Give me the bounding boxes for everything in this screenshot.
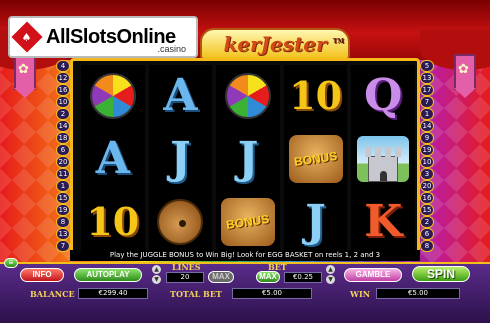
payline-number[interactable]: 6: [56, 144, 70, 156]
card-symbol-j: J: [169, 132, 191, 184]
beach-ball-icon: [89, 73, 136, 120]
payline-number[interactable]: 14: [56, 120, 70, 132]
balance-value: €299.40: [78, 288, 148, 299]
payline-number[interactable]: 16: [56, 84, 70, 96]
payline-number[interactable]: 8: [420, 240, 434, 252]
payline-number[interactable]: 6: [420, 228, 434, 240]
reel-symbol: BONUS: [283, 127, 348, 191]
payline-number[interactable]: 16: [420, 192, 434, 204]
beach-ball-icon: [224, 73, 271, 120]
card-symbol-k: K: [364, 195, 403, 247]
win-label: WIN: [350, 289, 371, 299]
pennant-left-tip: [14, 88, 36, 98]
logo-text: AllSlotsOnline: [46, 26, 176, 48]
card-symbol-10: 10: [289, 73, 343, 119]
bet-down-arrow-icon[interactable]: ▼: [326, 275, 335, 284]
reel-symbol: J: [216, 127, 280, 191]
balance-label: BALANCE: [30, 289, 75, 299]
payline-number[interactable]: 20: [56, 156, 70, 168]
win-value: €5.00: [376, 288, 460, 299]
info-button[interactable]: INFO: [20, 268, 64, 282]
reel-symbol: A: [81, 127, 145, 191]
payline-number[interactable]: 14: [420, 120, 434, 132]
reel-symbol: [216, 65, 280, 128]
card-symbol-a: A: [95, 132, 130, 184]
reel-symbol: [148, 190, 213, 253]
lines-max-button[interactable]: MAX: [208, 271, 234, 283]
payline-number[interactable]: 1: [56, 180, 70, 192]
payline-number[interactable]: 17: [420, 84, 434, 96]
lines-down-arrow-icon[interactable]: ▼: [152, 275, 161, 284]
reel-grid: A 10 Q A J J BONUS 10 BONUS J K: [81, 65, 415, 253]
reel-symbol: K: [351, 190, 415, 253]
spade-diamond-icon: ♠: [11, 21, 43, 53]
castle-icon: [357, 135, 410, 182]
bonus-barrel-icon: BONUS: [288, 134, 343, 183]
lines-value: 20: [166, 272, 204, 283]
payline-number[interactable]: 15: [56, 192, 70, 204]
payline-number[interactable]: 11: [56, 168, 70, 180]
card-symbol-j: J: [305, 195, 326, 247]
payline-number[interactable]: 19: [420, 144, 434, 156]
payline-number[interactable]: 1: [420, 108, 434, 120]
payline-number[interactable]: 4: [56, 60, 70, 72]
logo-subtext: .casino: [157, 44, 186, 54]
reel-symbol: J: [283, 190, 348, 253]
menu-tab-button[interactable]: ≡: [4, 258, 18, 268]
payline-number[interactable]: 15: [420, 204, 434, 216]
total-bet-value: €5.00: [232, 288, 312, 299]
payline-number[interactable]: 7: [420, 96, 434, 108]
reel-symbol: J: [148, 127, 213, 191]
spin-button[interactable]: SPIN: [412, 266, 470, 282]
game-stage: ♠ AllSlotsOnline .casino kerJester TM 41…: [0, 0, 490, 323]
game-title-logo: kerJester TM: [200, 28, 350, 60]
payline-number[interactable]: 13: [420, 72, 434, 84]
reel-symbol: [351, 127, 415, 191]
payline-number[interactable]: 5: [420, 60, 434, 72]
lines-label: LINES: [172, 262, 201, 272]
bet-max-button[interactable]: MAX: [256, 271, 280, 283]
total-bet-label: TOTAL BET: [170, 289, 222, 299]
reel-symbol: [81, 65, 145, 128]
payline-number[interactable]: 9: [420, 132, 434, 144]
autoplay-button[interactable]: AUTOPLAY: [74, 268, 142, 282]
game-title-tm: TM: [332, 38, 344, 45]
payline-number[interactable]: 19: [56, 204, 70, 216]
payline-number[interactable]: 13: [56, 228, 70, 240]
pennant-left: [14, 54, 36, 90]
reel-symbol: Q: [351, 65, 415, 128]
info-message: Play the JUGGLE BONUS to Win Big! Look f…: [70, 250, 420, 261]
lines-up-arrow-icon[interactable]: ▲: [152, 265, 161, 274]
reel-window: A 10 Q A J J BONUS 10 BONUS J K: [70, 58, 420, 254]
bet-up-arrow-icon[interactable]: ▲: [326, 265, 335, 274]
payline-number[interactable]: 10: [420, 156, 434, 168]
payline-number[interactable]: 2: [56, 108, 70, 120]
site-logo: ♠ AllSlotsOnline .casino: [8, 16, 198, 58]
reel-symbol: BONUS: [216, 190, 280, 253]
payline-number[interactable]: 18: [56, 132, 70, 144]
reel-symbol: 10: [81, 190, 145, 253]
payline-number[interactable]: 3: [420, 168, 434, 180]
bet-value: €0.25: [284, 272, 322, 283]
card-symbol-q: Q: [364, 70, 403, 122]
payline-number[interactable]: 12: [56, 72, 70, 84]
card-symbol-a: A: [163, 70, 198, 122]
payline-number[interactable]: 7: [56, 240, 70, 252]
reel-symbol: A: [148, 65, 213, 128]
pennant-right-tip: [454, 88, 476, 98]
gamble-button[interactable]: GAMBLE: [344, 268, 402, 282]
card-symbol-10: 10: [86, 198, 140, 244]
lute-icon: [157, 198, 204, 245]
payline-number[interactable]: 10: [56, 96, 70, 108]
payline-number[interactable]: 2: [420, 216, 434, 228]
bonus-egg-basket-icon: BONUS: [220, 197, 275, 246]
card-symbol-j: J: [237, 132, 259, 184]
pennant-right: [454, 54, 476, 90]
reel-symbol: 10: [283, 65, 348, 128]
payline-number[interactable]: 20: [420, 180, 434, 192]
payline-number[interactable]: 8: [56, 216, 70, 228]
